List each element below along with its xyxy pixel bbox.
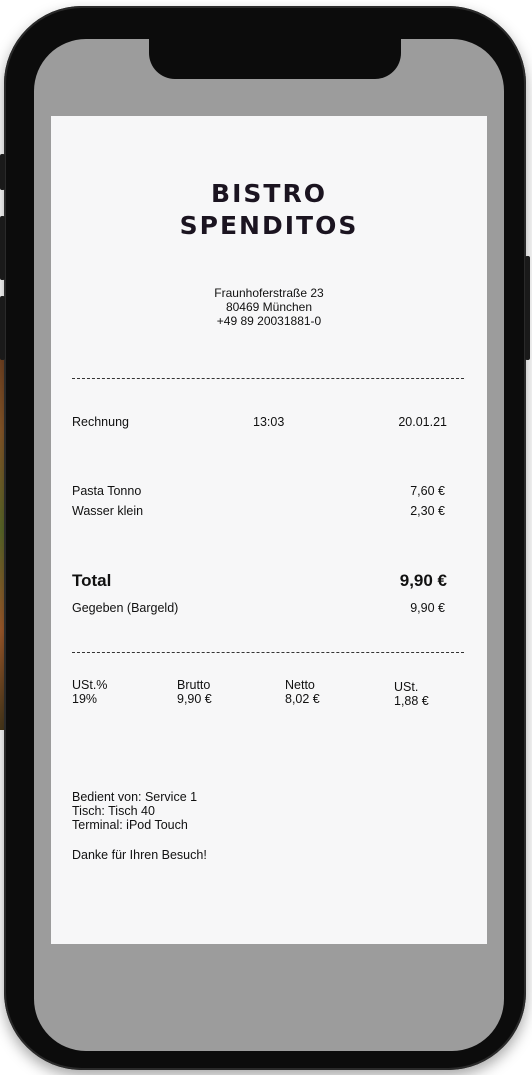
receipt-title-line1: BISTRO <box>211 179 327 208</box>
separator-bottom <box>72 652 464 653</box>
tax-value-vat: 1,88 € <box>394 694 429 708</box>
phone-notch <box>149 39 401 79</box>
paid-label: Gegeben (Bargeld) <box>72 601 179 615</box>
phone-screen: BISTRO SPENDITOS Fraunhoferstraße 23 804… <box>34 39 504 1051</box>
item-price: 2,30 € <box>410 504 445 518</box>
separator-top <box>72 378 464 379</box>
volume-down-button <box>0 216 5 280</box>
total-label: Total <box>72 571 112 590</box>
receipt-title-line2: SPENDITOS <box>179 211 359 240</box>
table-number: Tisch: Tisch 40 <box>72 804 155 818</box>
item-price: 7,60 € <box>410 484 445 498</box>
address-street: Fraunhoferstraße 23 <box>214 286 324 300</box>
invoice-date: 20.01.21 <box>398 415 447 429</box>
paid-value: 9,90 € <box>410 601 445 615</box>
item-name: Wasser klein <box>72 504 144 518</box>
phone-frame: BISTRO SPENDITOS Fraunhoferstraße 23 804… <box>0 6 530 1070</box>
terminal-name: Terminal: iPod Touch <box>72 818 188 832</box>
invoice-time: 13:03 <box>253 415 285 429</box>
thank-you-note: Danke für Ihren Besuch! <box>72 848 207 862</box>
power-button <box>525 256 530 360</box>
tax-header-net: Netto <box>285 678 315 692</box>
tax-value-rate: 19% <box>72 692 98 706</box>
item-name: Pasta Tonno <box>72 484 142 498</box>
volume-up-button <box>0 154 5 190</box>
volume-down-button-2 <box>0 296 5 360</box>
receipt: BISTRO SPENDITOS Fraunhoferstraße 23 804… <box>51 116 487 944</box>
total-value: 9,90 € <box>399 571 447 590</box>
tax-value-net: 8,02 € <box>285 692 320 706</box>
address-city: 80469 München <box>225 300 313 314</box>
tax-header-gross: Brutto <box>177 678 211 692</box>
tax-header-vat: USt. <box>394 680 419 694</box>
tax-header-rate: USt.% <box>72 678 108 692</box>
tax-value-gross: 9,90 € <box>177 692 212 706</box>
phone-number: +49 89 20031881-0 <box>216 314 322 328</box>
invoice-label: Rechnung <box>72 415 129 429</box>
served-by: Bedient von: Service 1 <box>72 790 198 804</box>
